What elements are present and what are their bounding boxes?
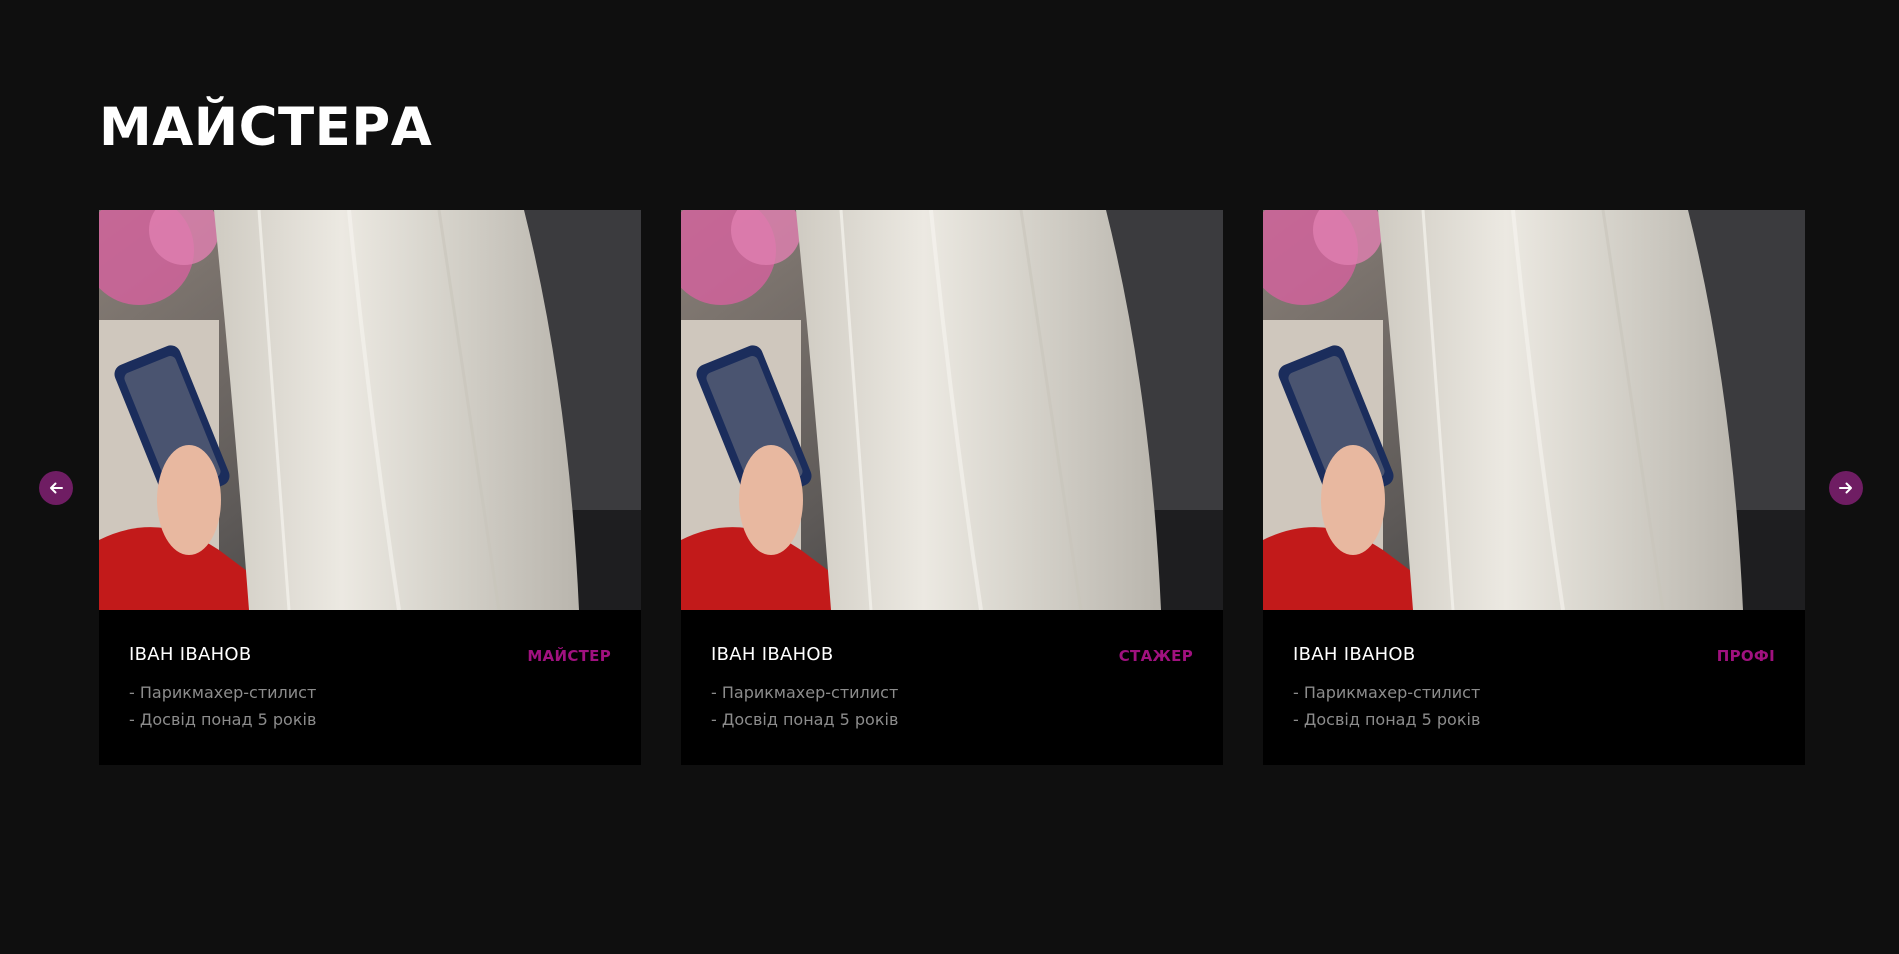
master-detail-line: - Досвід понад 5 років <box>1293 710 1481 729</box>
master-photo <box>681 210 1223 610</box>
slider-next-button[interactable] <box>1829 471 1863 505</box>
masters-slider[interactable]: ІВАН ІВАНОВ МАЙСТЕР - Парикмахер-стилист… <box>99 210 1805 765</box>
master-detail-line: - Парикмахер-стилист <box>129 683 317 702</box>
master-info: ІВАН ІВАНОВ МАЙСТЕР - Парикмахер-стилист… <box>99 610 641 765</box>
masters-section: МАЙСТЕРА ІВАН ІВАНОВ МАЙСТЕР - Парикмахе… <box>0 0 1899 954</box>
master-details: - Парикмахер-стилист - Досвід понад 5 ро… <box>1293 679 1775 733</box>
master-details: - Парикмахер-стилист - Досвід понад 5 ро… <box>711 679 1193 733</box>
master-detail-line: - Парикмахер-стилист <box>711 683 899 702</box>
master-detail-line: - Досвід понад 5 років <box>129 710 317 729</box>
master-photo <box>99 210 641 610</box>
master-level-badge: СТАЖЕР <box>1118 647 1193 665</box>
arrow-right-icon <box>1838 480 1854 496</box>
master-card[interactable]: ІВАН ІВАНОВ МАЙСТЕР - Парикмахер-стилист… <box>99 210 641 765</box>
slider-prev-button[interactable] <box>39 471 73 505</box>
master-photo <box>1263 210 1805 610</box>
master-detail-line: - Досвід понад 5 років <box>711 710 899 729</box>
master-detail-line: - Парикмахер-стилист <box>1293 683 1481 702</box>
master-card[interactable]: ІВАН ІВАНОВ ПРОФІ - Парикмахер-стилист -… <box>1263 210 1805 765</box>
arrow-left-icon <box>48 480 64 496</box>
master-info: ІВАН ІВАНОВ СТАЖЕР - Парикмахер-стилист … <box>681 610 1223 765</box>
master-details: - Парикмахер-стилист - Досвід понад 5 ро… <box>129 679 611 733</box>
master-name: ІВАН ІВАНОВ <box>1293 644 1416 665</box>
master-card[interactable]: ІВАН ІВАНОВ СТАЖЕР - Парикмахер-стилист … <box>681 210 1223 765</box>
master-level-badge: ПРОФІ <box>1716 647 1775 665</box>
master-level-badge: МАЙСТЕР <box>527 647 611 665</box>
master-info: ІВАН ІВАНОВ ПРОФІ - Парикмахер-стилист -… <box>1263 610 1805 765</box>
section-title: МАЙСТЕРА <box>99 97 433 158</box>
